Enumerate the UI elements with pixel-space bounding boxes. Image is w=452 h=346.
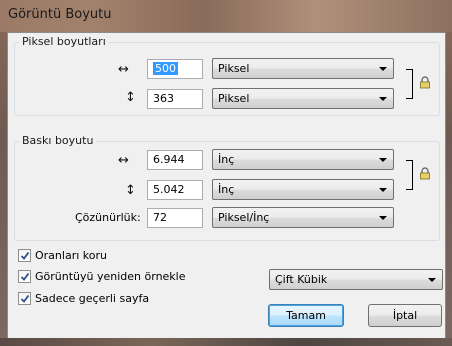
pixel-width-unit-select[interactable]: Piksel xyxy=(212,58,394,79)
resolution-unit-select[interactable]: Piksel/İnç xyxy=(212,207,394,228)
checkmark-icon xyxy=(20,294,30,303)
cancel-button[interactable]: İptal xyxy=(368,304,442,327)
print-link-bracket xyxy=(406,160,413,190)
print-height-unit-select[interactable]: İnç xyxy=(212,179,394,200)
window-bottom-border xyxy=(0,338,452,346)
print-height-input[interactable]: 5.042 xyxy=(147,180,203,200)
resample-method-select[interactable]: Çift Kübik xyxy=(269,269,443,290)
pixel-width-input[interactable]: 500 xyxy=(147,59,203,79)
resample-checkbox[interactable] xyxy=(18,270,31,283)
chevron-down-icon xyxy=(379,158,387,162)
resolution-label: Çözünürlük: xyxy=(75,211,141,224)
pixel-dimensions-legend: Piksel boyutları xyxy=(19,35,109,48)
chevron-down-icon xyxy=(379,216,387,220)
print-width-input[interactable]: 6.944 xyxy=(147,150,203,170)
vertical-arrow-icon: ↕ xyxy=(125,90,136,105)
current-page-checkbox[interactable] xyxy=(18,292,31,305)
lock-icon[interactable] xyxy=(419,167,431,180)
resample-label[interactable]: Görüntüyü yeniden örnekle xyxy=(35,270,186,283)
keep-ratio-label[interactable]: Oranları koru xyxy=(35,249,107,262)
title-bar[interactable]: Görüntü Boyutu xyxy=(0,0,452,32)
current-page-label[interactable]: Sadece geçerli sayfa xyxy=(35,292,149,305)
chevron-down-icon xyxy=(379,67,387,71)
dialog-client: Piksel boyutları ↔ 500 Piksel ↕ 363 Piks… xyxy=(7,32,446,340)
vertical-arrow-icon: ↕ xyxy=(125,183,136,198)
horizontal-arrow-icon: ↔ xyxy=(118,153,129,168)
chevron-down-icon xyxy=(379,188,387,192)
chevron-down-icon xyxy=(379,97,387,101)
print-width-unit-select[interactable]: İnç xyxy=(212,149,394,170)
pixel-height-input[interactable]: 363 xyxy=(147,89,203,109)
window-title: Görüntü Boyutu xyxy=(8,7,112,22)
horizontal-arrow-icon: ↔ xyxy=(118,62,129,77)
keep-ratio-checkbox[interactable] xyxy=(18,249,31,262)
resolution-input[interactable]: 72 xyxy=(147,208,203,228)
lock-icon[interactable] xyxy=(419,76,431,89)
checkmark-icon xyxy=(20,272,30,281)
print-size-legend: Baskı boyutu xyxy=(19,134,97,147)
chevron-down-icon xyxy=(428,278,436,282)
pixel-height-unit-select[interactable]: Piksel xyxy=(212,88,394,109)
pixel-link-bracket xyxy=(406,69,413,99)
checkmark-icon xyxy=(20,251,30,260)
ok-button[interactable]: Tamam xyxy=(268,304,344,327)
